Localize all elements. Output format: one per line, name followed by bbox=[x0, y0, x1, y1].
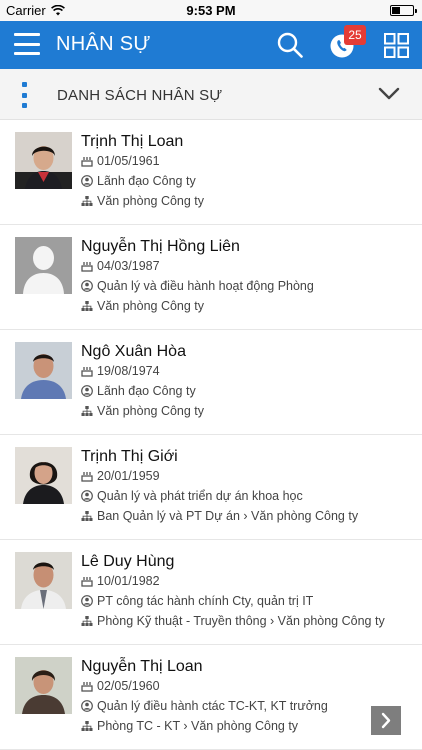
chevron-down-icon[interactable] bbox=[378, 82, 400, 104]
department-line: Phòng Kỹ thuật - Truyền thông › Văn phòn… bbox=[81, 614, 385, 628]
status-time: 9:53 PM bbox=[186, 3, 236, 18]
employee-department: Văn phòng Công ty bbox=[97, 299, 205, 313]
employee-birthdate: 04/03/1987 bbox=[97, 259, 160, 273]
employee-position: Lãnh đạo Công ty bbox=[97, 384, 196, 398]
employee-row[interactable]: Trịnh Thị Giới 20/01/1959 Quản lý và phá… bbox=[0, 435, 422, 540]
user-circle-icon bbox=[81, 595, 93, 607]
org-chart-icon bbox=[81, 301, 93, 311]
employee-row[interactable]: Ngô Xuân Hòa 19/08/1974 Lãnh đạo Công ty… bbox=[0, 330, 422, 435]
department-line: Văn phòng Công ty bbox=[81, 404, 204, 418]
birthdate-line: 01/05/1961 bbox=[81, 154, 160, 168]
birthdate-line: 19/08/1974 bbox=[81, 364, 160, 378]
employee-birthdate: 10/01/1982 bbox=[97, 574, 160, 588]
position-line: Quản lý điều hành ctác TC-KT, KT trưởng bbox=[81, 699, 328, 713]
birthday-cake-icon bbox=[81, 367, 93, 377]
user-circle-icon bbox=[81, 490, 93, 502]
employee-department: Văn phòng Công ty bbox=[97, 194, 205, 208]
notification-badge[interactable]: 25 bbox=[344, 25, 366, 45]
birthdate-line: 10/01/1982 bbox=[81, 574, 160, 588]
birthdate-line: 02/05/1960 bbox=[81, 679, 160, 693]
employee-department: Phòng TC - KT › Văn phòng Công ty bbox=[97, 719, 299, 733]
employee-photo bbox=[15, 342, 72, 399]
chevron-right-icon bbox=[381, 712, 391, 729]
org-chart-icon bbox=[81, 511, 93, 521]
employee-photo bbox=[15, 447, 72, 504]
employee-row[interactable]: Nguyễn Thị Loan 02/05/1960 Quản lý điều … bbox=[0, 645, 422, 750]
more-options-icon[interactable] bbox=[21, 82, 27, 108]
section-title: DANH SÁCH NHÂN SỰ bbox=[57, 87, 223, 104]
employee-department: Ban Quản lý và PT Dự án › Văn phòng Công… bbox=[97, 509, 359, 523]
employee-birthdate: 01/05/1961 bbox=[97, 154, 160, 168]
org-chart-icon bbox=[81, 406, 93, 416]
birthday-cake-icon bbox=[81, 262, 93, 272]
section-header: DANH SÁCH NHÂN SỰ bbox=[0, 69, 422, 120]
birthday-cake-icon bbox=[81, 157, 93, 167]
employee-row[interactable]: Lê Duy Hùng 10/01/1982 PT công tác hành … bbox=[0, 540, 422, 645]
employee-name: Nguyễn Thị Hồng Liên bbox=[81, 238, 240, 255]
birthdate-line: 04/03/1987 bbox=[81, 259, 160, 273]
page-title: NHÂN SỰ bbox=[56, 33, 151, 55]
employee-name: Ngô Xuân Hòa bbox=[81, 343, 186, 360]
birthdate-line: 20/01/1959 bbox=[81, 469, 160, 483]
department-line: Văn phòng Công ty bbox=[81, 194, 204, 208]
org-chart-icon bbox=[81, 196, 93, 206]
search-icon[interactable] bbox=[277, 32, 303, 58]
user-circle-icon bbox=[81, 175, 93, 187]
position-line: PT công tác hành chính Cty, quản trị IT bbox=[81, 594, 313, 608]
employee-name: Nguyễn Thị Loan bbox=[81, 658, 203, 675]
employee-birthdate: 02/05/1960 bbox=[97, 679, 160, 693]
position-line: Lãnh đạo Công ty bbox=[81, 174, 196, 188]
employee-row[interactable]: Nguyễn Thị Hồng Liên 04/03/1987 Quản lý … bbox=[0, 225, 422, 330]
status-bar: Carrier 9:53 PM bbox=[0, 0, 422, 21]
default-avatar-icon bbox=[15, 237, 72, 294]
employee-birthdate: 20/01/1959 bbox=[97, 469, 160, 483]
employee-photo bbox=[15, 552, 72, 609]
position-line: Quản lý và phát triển dự án khoa học bbox=[81, 489, 303, 503]
birthday-cake-icon bbox=[81, 577, 93, 587]
employee-name: Trịnh Thị Giới bbox=[81, 448, 178, 465]
birthday-cake-icon bbox=[81, 682, 93, 692]
employee-photo bbox=[15, 132, 72, 189]
hamburger-menu-icon[interactable] bbox=[14, 33, 40, 55]
employee-department: Văn phòng Công ty bbox=[97, 404, 205, 418]
org-chart-icon bbox=[81, 721, 93, 731]
employee-photo bbox=[15, 657, 72, 714]
app-header: NHÂN SỰ 25 bbox=[0, 21, 422, 69]
employee-birthdate: 19/08/1974 bbox=[97, 364, 160, 378]
position-line: Quản lý và điều hành hoạt động Phòng bbox=[81, 279, 314, 293]
employee-name: Trịnh Thị Loan bbox=[81, 133, 184, 150]
battery-icon bbox=[390, 5, 417, 16]
employee-position: Quản lý và phát triển dự án khoa học bbox=[97, 489, 303, 503]
employee-position: Lãnh đạo Công ty bbox=[97, 174, 196, 188]
position-line: Lãnh đạo Công ty bbox=[81, 384, 196, 398]
department-line: Văn phòng Công ty bbox=[81, 299, 204, 313]
birthday-cake-icon bbox=[81, 472, 93, 482]
user-circle-icon bbox=[81, 700, 93, 712]
department-line: Phòng TC - KT › Văn phòng Công ty bbox=[81, 719, 298, 733]
employee-department: Phòng Kỹ thuật - Truyền thông › Văn phòn… bbox=[97, 614, 385, 628]
apps-grid-icon[interactable] bbox=[384, 33, 409, 58]
employee-position: Quản lý điều hành ctác TC-KT, KT trưởng bbox=[97, 699, 328, 713]
org-chart-icon bbox=[81, 616, 93, 626]
next-page-button[interactable] bbox=[371, 706, 401, 735]
employee-position: Quản lý và điều hành hoạt động Phòng bbox=[97, 279, 314, 293]
employee-row[interactable]: Trịnh Thị Loan 01/05/1961 Lãnh đạo Công … bbox=[0, 120, 422, 225]
department-line: Ban Quản lý và PT Dự án › Văn phòng Công… bbox=[81, 509, 358, 523]
employee-list: Trịnh Thị Loan 01/05/1961 Lãnh đạo Công … bbox=[0, 120, 422, 750]
employee-position: PT công tác hành chính Cty, quản trị IT bbox=[97, 594, 314, 608]
user-circle-icon bbox=[81, 385, 93, 397]
user-circle-icon bbox=[81, 280, 93, 292]
employee-name: Lê Duy Hùng bbox=[81, 553, 175, 570]
